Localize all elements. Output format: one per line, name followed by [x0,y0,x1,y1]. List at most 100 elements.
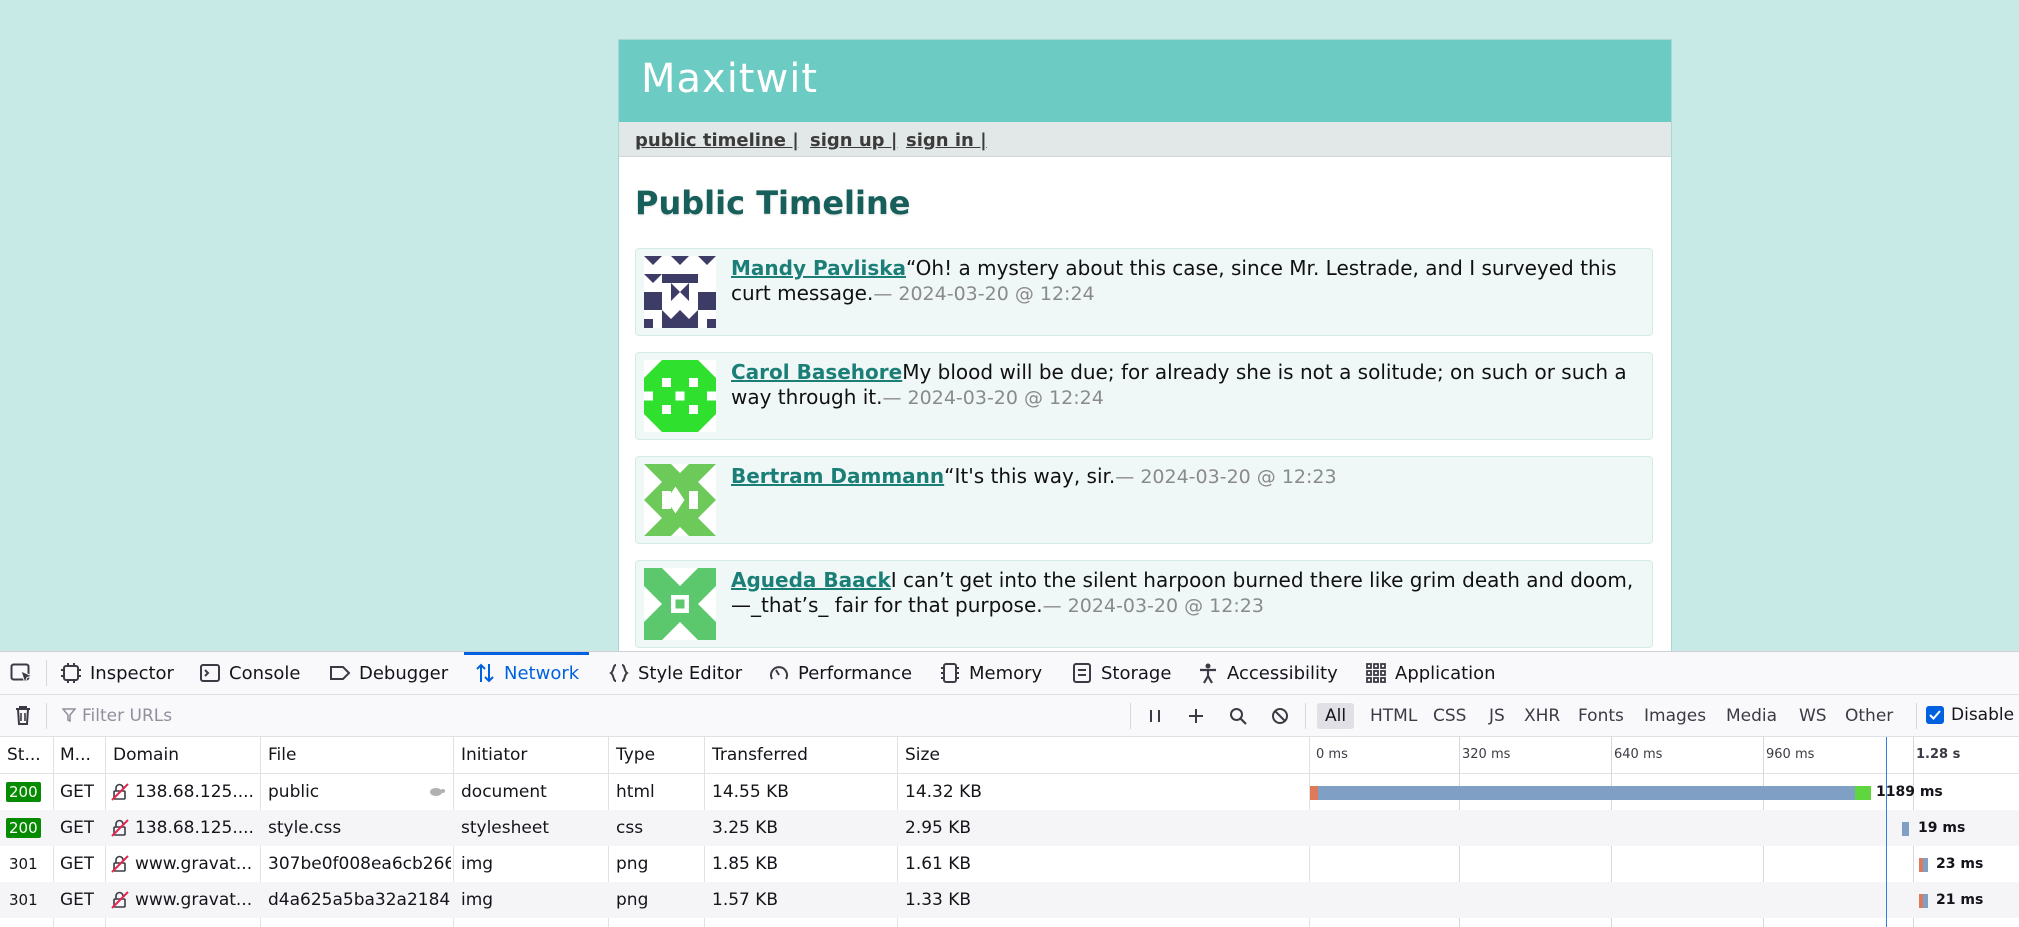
element-picker-icon[interactable] [10,663,34,685]
block-icon[interactable] [1269,705,1291,727]
message-author[interactable]: Bertram Dammann [731,464,944,488]
trash-icon[interactable] [12,704,34,726]
nav-link-public-timeline[interactable]: public timeline | [635,130,799,151]
column-header-file[interactable]: File [268,737,448,773]
table-row[interactable]: 301 GET www.gravat... d4a625a5ba32a2184c… [0,882,2019,918]
request-domain: www.gravat... [111,846,256,882]
tab-label: Debugger [359,662,449,684]
insecure-lock-icon [111,891,129,909]
request-table-header: St... M... Domain File Initiator Type Tr… [0,737,2019,774]
nav-link-sign-up[interactable]: sign up | [810,130,897,151]
tab-application[interactable]: Application [1365,652,1496,694]
request-method: GET [60,782,95,802]
tab-inspector[interactable]: Inspector [60,652,174,694]
message-author[interactable]: Carol Basehore [731,360,902,384]
timing-bar-receive [1855,786,1871,800]
type-filter-js[interactable]: JS [1481,703,1513,729]
status-badge: 301 [9,855,38,873]
request-transferred: 1.57 KB [712,890,779,910]
request-initiator: stylesheet [461,818,549,838]
request-file: d4a625a5ba32a2184c [268,890,451,910]
type-filter-images[interactable]: Images [1636,703,1714,729]
type-filter-other[interactable]: Other [1837,703,1901,729]
browser-viewport: Maxitwit public timeline | sign up | sig… [0,0,2019,651]
type-filter-media[interactable]: Media [1718,703,1785,729]
request-transferred: 14.55 KB [712,782,789,802]
tab-storage[interactable]: Storage [1071,652,1171,694]
request-method: GET [60,890,95,910]
divider [46,660,47,686]
timeline-tick: 960 ms [1766,747,1815,762]
storage-icon [1073,663,1091,683]
avatar [644,464,716,536]
filter-icon [62,708,76,722]
timeline-dom-loaded-marker [1886,737,1887,927]
insecure-lock-icon [111,855,129,873]
search-icon[interactable] [1227,705,1249,727]
column-header-status[interactable]: St... [7,737,51,773]
tab-style-editor[interactable]: Style Editor [608,652,742,694]
pause-icon[interactable] [1144,705,1166,727]
message-author[interactable]: Agueda Baack [731,568,891,592]
network-toolbar: All HTML CSS JS XHR Fonts Images Media W… [0,695,2019,737]
message-timestamp: — 2024-03-20 @ 12:23 [1042,595,1264,617]
avatar [644,360,716,432]
page-container: Maxitwit public timeline | sign up | sig… [619,40,1671,651]
table-row[interactable]: 200 GET 138.68.125.... style.css stylesh… [0,810,2019,846]
devtools-panel: Inspector Console Debugger Network Style… [0,651,2019,927]
type-filter-fonts[interactable]: Fonts [1570,703,1632,729]
column-header-transferred[interactable]: Transferred [712,737,892,773]
timing-label: 21 ms [1936,892,1984,908]
message-author[interactable]: Mandy Pavliska [731,256,906,280]
request-size: 1.61 KB [905,854,972,874]
column-header-type[interactable]: Type [616,737,696,773]
tab-label: Memory [969,662,1043,684]
timing-label: 19 ms [1918,820,1966,836]
tab-memory[interactable]: Memory [939,652,1042,694]
performance-icon [770,666,788,680]
tab-accessibility[interactable]: Accessibility [1197,652,1338,694]
request-file: style.css [268,818,342,838]
type-filter-ws[interactable]: WS [1791,703,1835,729]
table-row[interactable]: 200 GET 138.68.125.... public document h… [0,774,2019,810]
message-timestamp: — 2024-03-20 @ 12:24 [882,387,1104,409]
avatar [644,256,716,328]
tab-debugger[interactable]: Debugger [329,652,448,694]
timing-bar-wait [1923,894,1928,908]
type-filter-css[interactable]: CSS [1425,703,1474,729]
request-type: css [616,818,644,838]
type-filter-all[interactable]: All [1317,703,1355,729]
column-header-size[interactable]: Size [905,737,1105,773]
filter-urls-input[interactable] [80,703,684,729]
divider [1305,703,1306,729]
column-header-method[interactable]: M... [60,737,100,773]
timing-bar-wait [1318,786,1855,800]
column-header-initiator[interactable]: Initiator [461,737,601,773]
nav-link-sign-in[interactable]: sign in | [906,130,987,151]
message-timestamp: — 2024-03-20 @ 12:23 [1115,466,1337,488]
site-header: Maxitwit [619,40,1671,122]
message-item: Bertram Dammann“It's this way, sir.— 202… [635,456,1653,544]
request-file: 307be0f008ea6cb266 [268,854,451,874]
disable-cache-checkbox[interactable] [1926,706,1944,724]
plus-icon[interactable] [1185,705,1207,727]
site-brand: Maxitwit [641,56,819,102]
request-size: 14.32 KB [905,782,982,802]
column-header-domain[interactable]: Domain [113,737,253,773]
divider [46,703,47,729]
type-filter-html[interactable]: HTML [1362,703,1425,729]
type-filter-xhr[interactable]: XHR [1516,703,1568,729]
request-type: png [616,890,649,910]
tab-performance[interactable]: Performance [768,652,912,694]
devtools-tabbar: Inspector Console Debugger Network Style… [0,652,2019,695]
tab-network[interactable]: Network [463,652,590,694]
timing-bar-blocked [1310,786,1318,800]
tab-console[interactable]: Console [199,652,300,694]
status-badge: 301 [9,891,38,909]
turtle-icon [430,788,445,796]
accessibility-icon [1200,663,1216,684]
request-domain: 138.68.125.... [111,774,256,810]
network-icon [476,663,494,683]
table-row[interactable]: 301 GET www.gravat... 307be0f008ea6cb266… [0,846,2019,882]
style-editor-icon [609,664,629,682]
